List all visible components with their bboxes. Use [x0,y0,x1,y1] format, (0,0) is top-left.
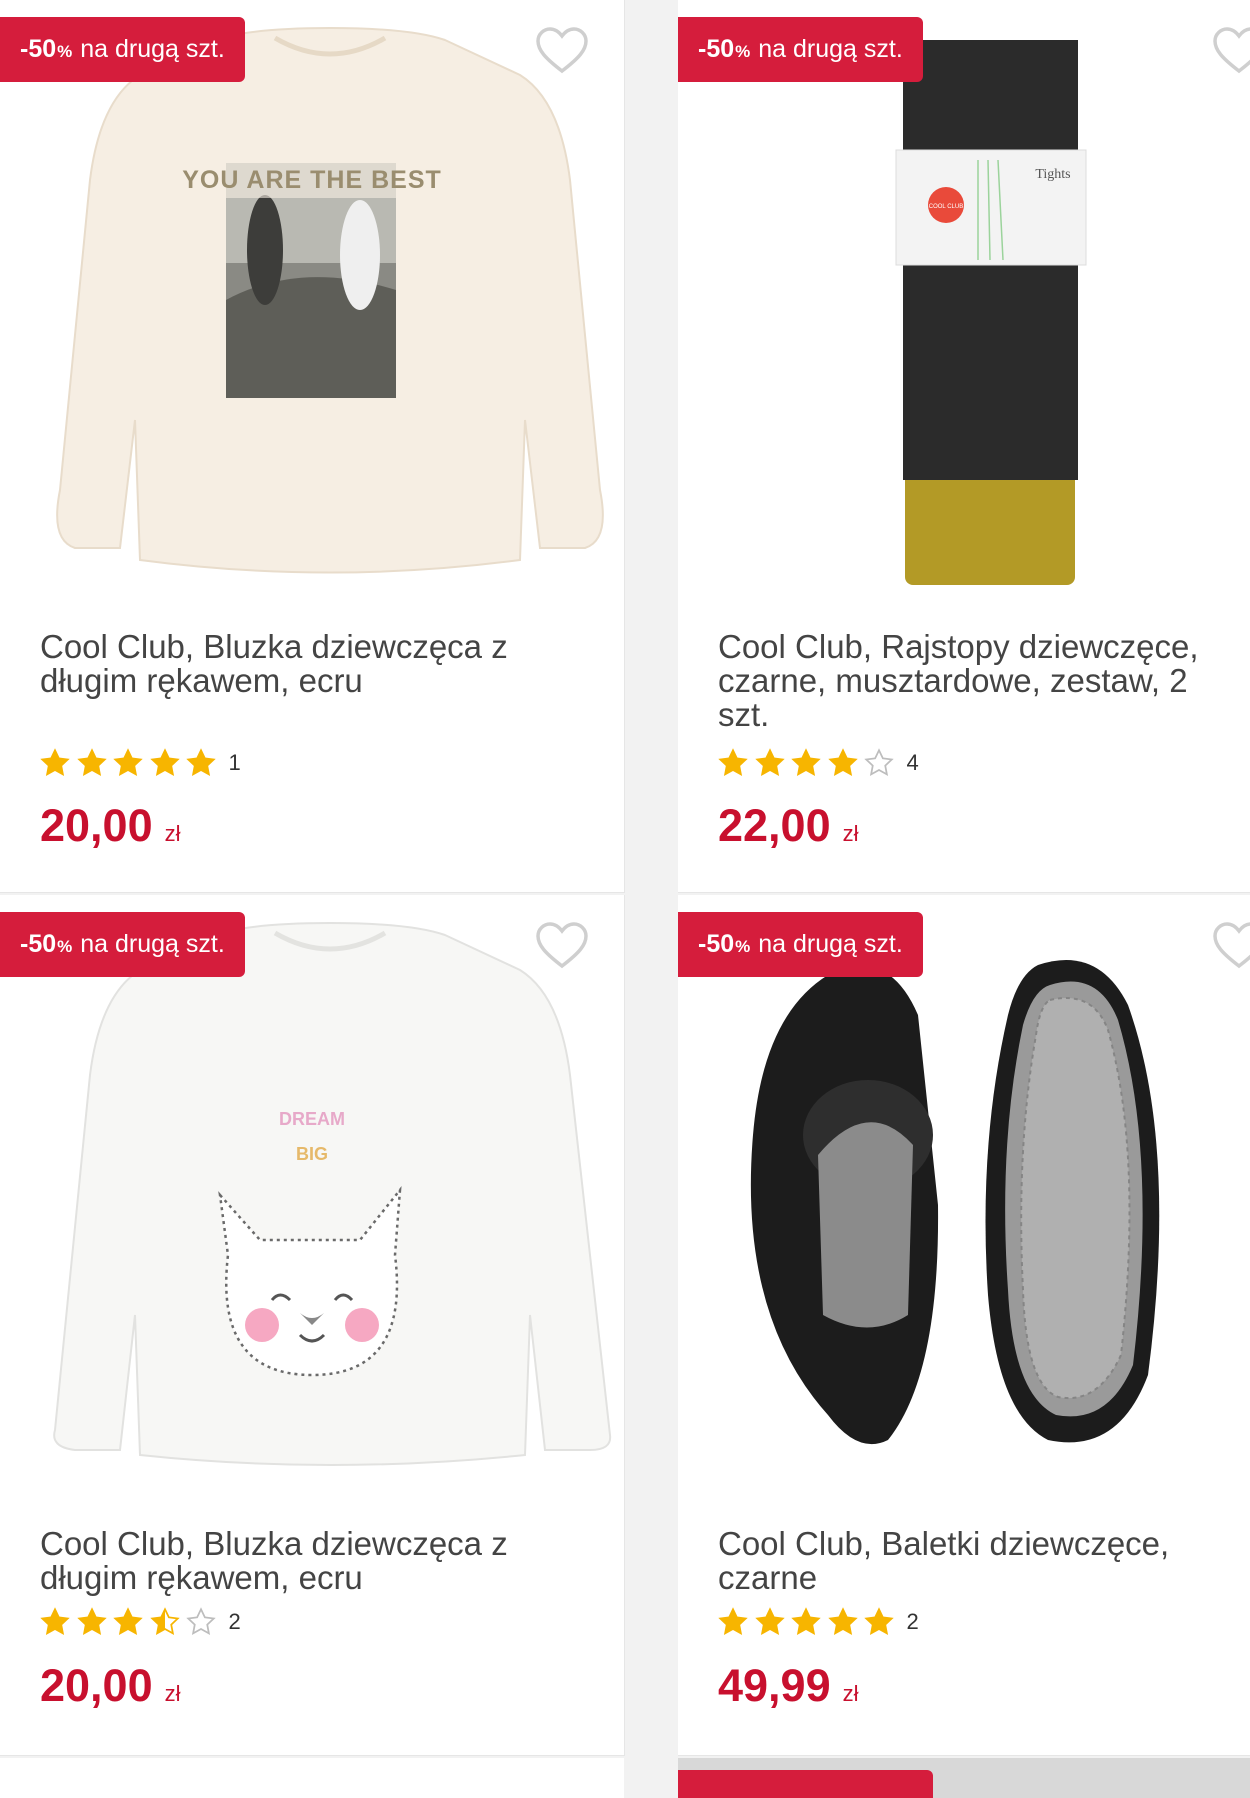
star-icon [865,749,893,776]
review-count: 1 [228,750,241,775]
star-icon [114,1608,142,1635]
product-card[interactable] [678,1758,1250,1798]
product-title[interactable]: Cool Club, Bluzka dziewczęca z długim rę… [40,1527,600,1595]
product-image[interactable] [678,895,1250,1485]
review-count: 2 [228,1609,241,1634]
product-card[interactable] [0,1758,624,1798]
star-icon [755,1608,784,1635]
star-icon [719,749,747,776]
star-icon [828,1608,857,1635]
print-text: YOU ARE THE BEST [182,166,442,194]
promo-badge [678,1770,933,1798]
product-price: 22,00 zł [718,800,859,851]
product-image[interactable]: YOU ARE THE BEST [0,0,624,590]
star-icon [150,1608,179,1635]
product-card[interactable]: -50% na drugą szt. Cool Club, Baletki dz… [678,895,1250,1756]
product-price: 20,00 zł [40,800,181,851]
label-text: Tights [1035,167,1070,182]
star-icon [792,749,820,776]
star-icon [114,749,142,776]
review-count: 2 [906,1609,919,1634]
wishlist-heart-icon[interactable] [1212,921,1250,971]
product-card[interactable]: DREAM BIG -50% na drugą szt. Cool Club, … [0,895,625,1756]
star-icon [719,1608,747,1635]
product-price: 20,00 zł [40,1660,181,1711]
product-image[interactable]: DREAM BIG [0,895,624,1485]
product-rating: 4 [718,748,919,778]
wishlist-heart-icon[interactable] [535,26,589,76]
star-icon [755,749,784,776]
product-card[interactable]: COOL CLUB Tights -50% na drugą szt. Cool… [678,0,1250,893]
product-title[interactable]: Cool Club, Baletki dziewczęce, czarne [718,1527,1218,1595]
product-rating: 2 [718,1607,919,1637]
wishlist-heart-icon[interactable] [1212,26,1250,76]
promo-badge: -50% na drugą szt. [0,912,245,977]
star-icon [150,749,179,776]
star-icon [865,1608,893,1635]
star-icon [77,749,106,776]
label-brand: COOL CLUB [929,204,963,210]
star-icon [41,1608,69,1635]
wishlist-heart-icon[interactable] [535,921,589,971]
product-title[interactable]: Cool Club, Bluzka dziewczęca z długim rę… [40,630,600,698]
promo-badge: -50% na drugą szt. [678,912,923,977]
star-icon [187,1608,215,1635]
star-icon [187,749,215,776]
product-price: 49,99 zł [718,1660,859,1711]
star-icon [828,749,857,776]
star-icon [41,749,69,776]
star-icon [77,1608,106,1635]
star-icon [792,1608,820,1635]
product-image[interactable]: COOL CLUB Tights [678,0,1250,590]
print-text: DREAM [279,1109,345,1129]
print-text: BIG [296,1144,328,1164]
product-rating: 2 [40,1607,241,1637]
review-count: 4 [906,750,919,775]
product-title[interactable]: Cool Club, Rajstopy dziewczęce, czarne, … [718,630,1218,732]
promo-badge: -50% na drugą szt. [0,17,245,82]
product-rating: 1 [40,748,241,778]
product-card[interactable]: YOU ARE THE BEST -50% na drugą szt. Cool… [0,0,625,893]
promo-badge: -50% na drugą szt. [678,17,923,82]
